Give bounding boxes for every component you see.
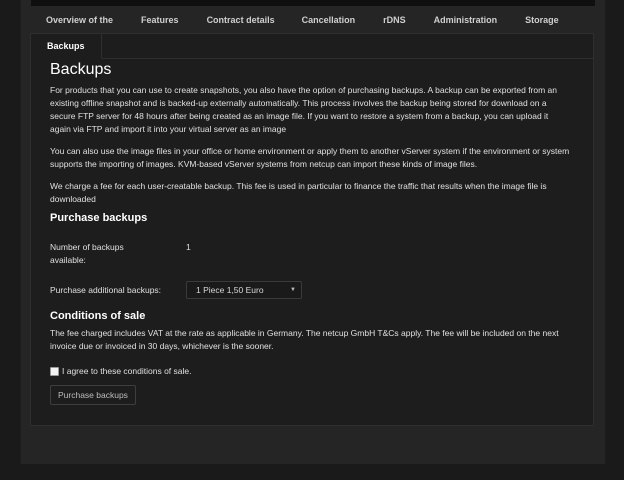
tab-cancellation[interactable]: Cancellation: [275, 6, 356, 34]
backups-available-value: 1: [186, 242, 191, 252]
conditions-heading: Conditions of sale: [50, 310, 146, 322]
tab-administration[interactable]: Administration: [406, 6, 498, 34]
tab-storage[interactable]: Storage: [497, 6, 559, 34]
backups-content: Backups For products that you can use to…: [50, 60, 570, 206]
subtab-backups[interactable]: Backups: [31, 34, 102, 59]
subtab-divider: [31, 58, 593, 59]
tab-contract-details[interactable]: Contract details: [179, 6, 275, 34]
additional-backups-select[interactable]: 1 Piece 1,50 Euro ▼: [186, 281, 302, 299]
fee-paragraph: We charge a fee for each user-creatable …: [50, 181, 547, 204]
purchase-backups-button[interactable]: Purchase backups: [50, 385, 136, 405]
main-tab-bar: Overview of the Features Contract detail…: [30, 6, 594, 34]
intro-paragraph: For products that you can use to create …: [50, 85, 558, 134]
image-files-paragraph: You can also use the image files in your…: [50, 146, 570, 169]
tab-features[interactable]: Features: [113, 6, 179, 34]
page-title: Backups: [50, 61, 112, 78]
agree-label: I agree to these conditions of sale.: [62, 366, 192, 376]
tab-rdns[interactable]: rDNS: [355, 6, 406, 34]
agree-checkbox[interactable]: [50, 367, 59, 376]
chevron-down-icon: ▼: [290, 287, 296, 293]
additional-backups-label: Purchase additional backups:: [50, 285, 162, 295]
select-value: 1 Piece 1,50 Euro: [196, 285, 264, 295]
purchase-heading: Purchase backups: [50, 212, 148, 224]
tab-overview[interactable]: Overview of the: [30, 6, 113, 34]
conditions-text: The fee charged includes VAT at the rate…: [50, 328, 559, 351]
backups-panel: Backups Backups For products that you ca…: [30, 33, 594, 426]
backups-available-label: Number of backups available:: [50, 242, 124, 265]
